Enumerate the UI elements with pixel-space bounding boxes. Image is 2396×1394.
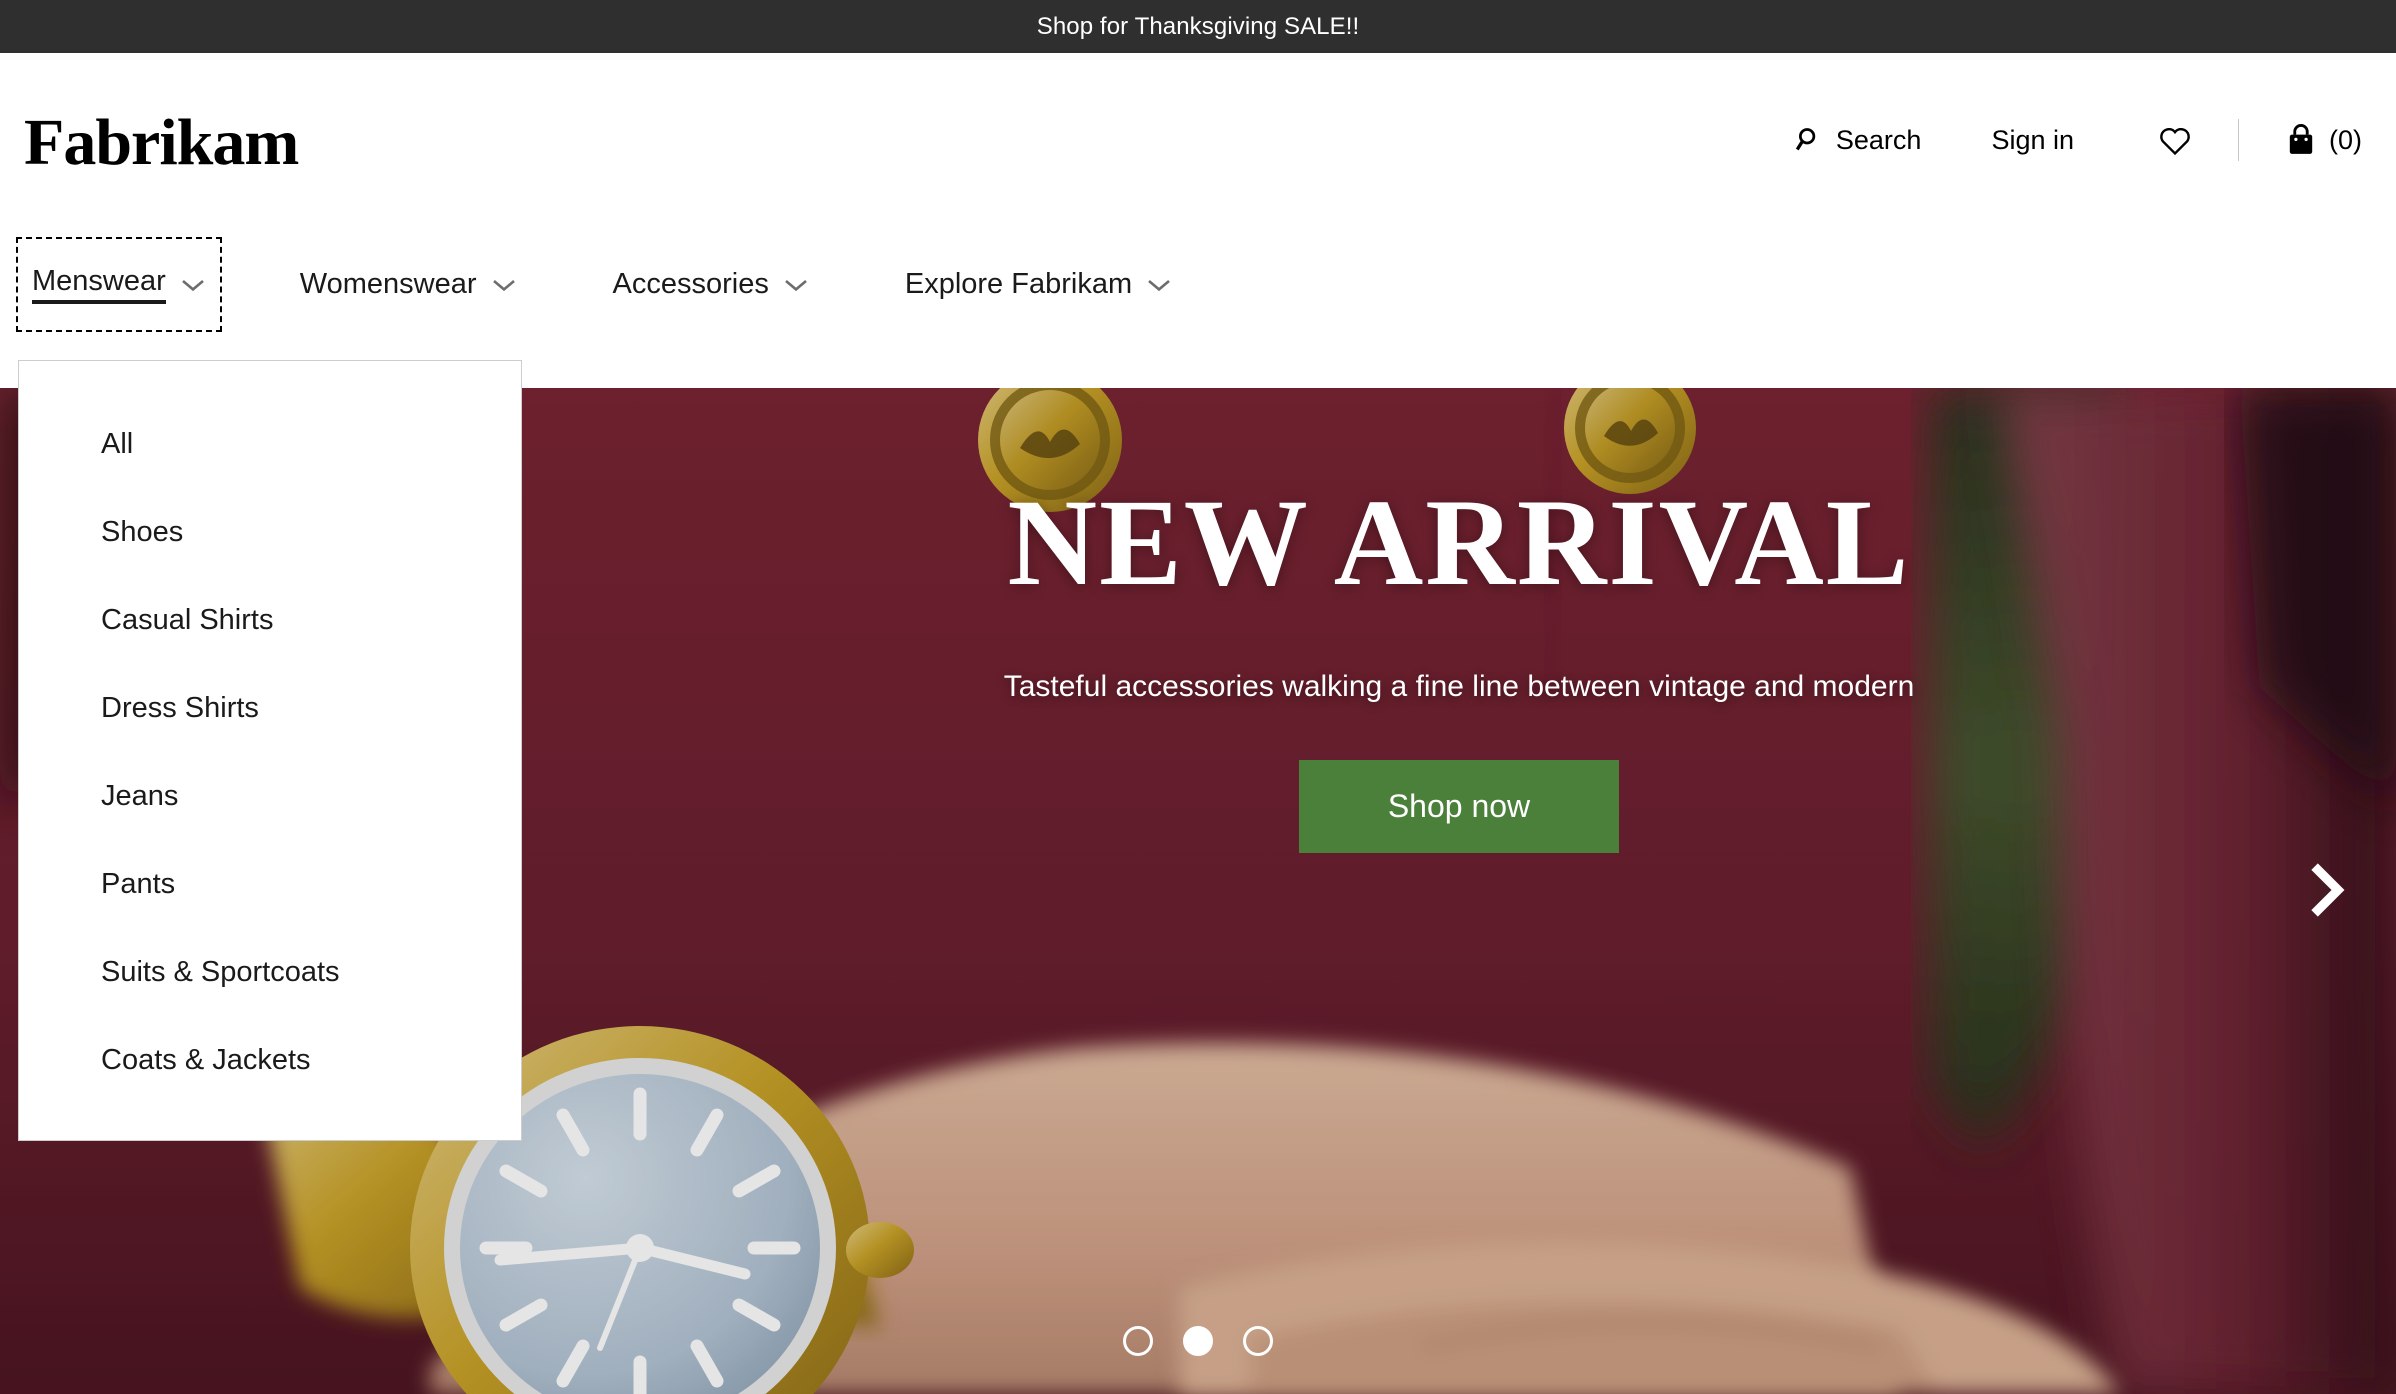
search-icon — [1794, 125, 1824, 155]
site-header: Fabrikam Search Sign in (0) — [0, 53, 2396, 227]
nav-item-womenswear-label: Womenswear — [299, 268, 477, 300]
dropdown-item-jeans[interactable]: Jeans — [19, 769, 521, 824]
nav-item-explore-fabrikam-label: Explore Fabrikam — [904, 268, 1133, 300]
dropdown-item-shoes[interactable]: Shoes — [19, 505, 521, 560]
cart-button[interactable]: (0) — [2285, 123, 2362, 157]
nav-item-explore-fabrikam[interactable]: Explore Fabrikam — [891, 242, 1186, 327]
nav-item-accessories[interactable]: Accessories — [599, 242, 823, 327]
heart-icon — [2158, 125, 2192, 156]
sign-in-button[interactable]: Sign in — [1991, 125, 2074, 156]
carousel-next-button[interactable] — [2292, 856, 2362, 926]
header-utilities: Search Sign in (0) — [1794, 119, 2362, 161]
sign-in-label: Sign in — [1991, 124, 2074, 155]
carousel-dots — [0, 1326, 2396, 1356]
dropdown-item-all[interactable]: All — [19, 417, 521, 472]
header-divider — [2238, 119, 2239, 161]
chevron-down-icon — [491, 268, 517, 301]
chevron-down-icon — [783, 268, 809, 301]
dropdown-item-coats-jackets[interactable]: Coats & Jackets — [19, 1033, 521, 1088]
dropdown-item-suits-sportcoats[interactable]: Suits & Sportcoats — [19, 945, 521, 1000]
dropdown-item-dress-shirts[interactable]: Dress Shirts — [19, 681, 521, 736]
main-navigation: Menswear Womenswear Accessories Explore … — [0, 227, 2396, 342]
carousel-dot-3[interactable] — [1243, 1326, 1273, 1356]
carousel-dot-2[interactable] — [1183, 1326, 1213, 1356]
dropdown-item-casual-shirts[interactable]: Casual Shirts — [19, 593, 521, 648]
chevron-down-icon — [180, 268, 206, 301]
nav-item-menswear-label: Menswear — [32, 265, 166, 304]
cart-count: (0) — [2329, 124, 2362, 155]
search-button[interactable]: Search — [1794, 124, 1922, 156]
carousel-dot-1[interactable] — [1123, 1326, 1153, 1356]
shopping-bag-icon — [2285, 123, 2317, 157]
dropdown-item-pants[interactable]: Pants — [19, 857, 521, 912]
nav-item-womenswear[interactable]: Womenswear — [286, 242, 531, 327]
promo-banner-text: Shop for Thanksgiving SALE!! — [1036, 12, 1360, 40]
chevron-right-icon — [2305, 860, 2349, 923]
nav-item-menswear[interactable]: Menswear — [16, 237, 222, 332]
brand-logo[interactable]: Fabrikam — [24, 110, 299, 176]
search-label: Search — [1835, 124, 1922, 155]
promo-banner: Shop for Thanksgiving SALE!! — [0, 0, 2396, 53]
nav-item-accessories-label: Accessories — [612, 268, 769, 300]
chevron-down-icon — [1146, 268, 1172, 301]
menswear-dropdown-panel: All Shoes Casual Shirts Dress Shirts Jea… — [18, 360, 522, 1141]
wishlist-button[interactable] — [2158, 125, 2192, 156]
shop-now-button[interactable]: Shop now — [1299, 760, 1619, 853]
